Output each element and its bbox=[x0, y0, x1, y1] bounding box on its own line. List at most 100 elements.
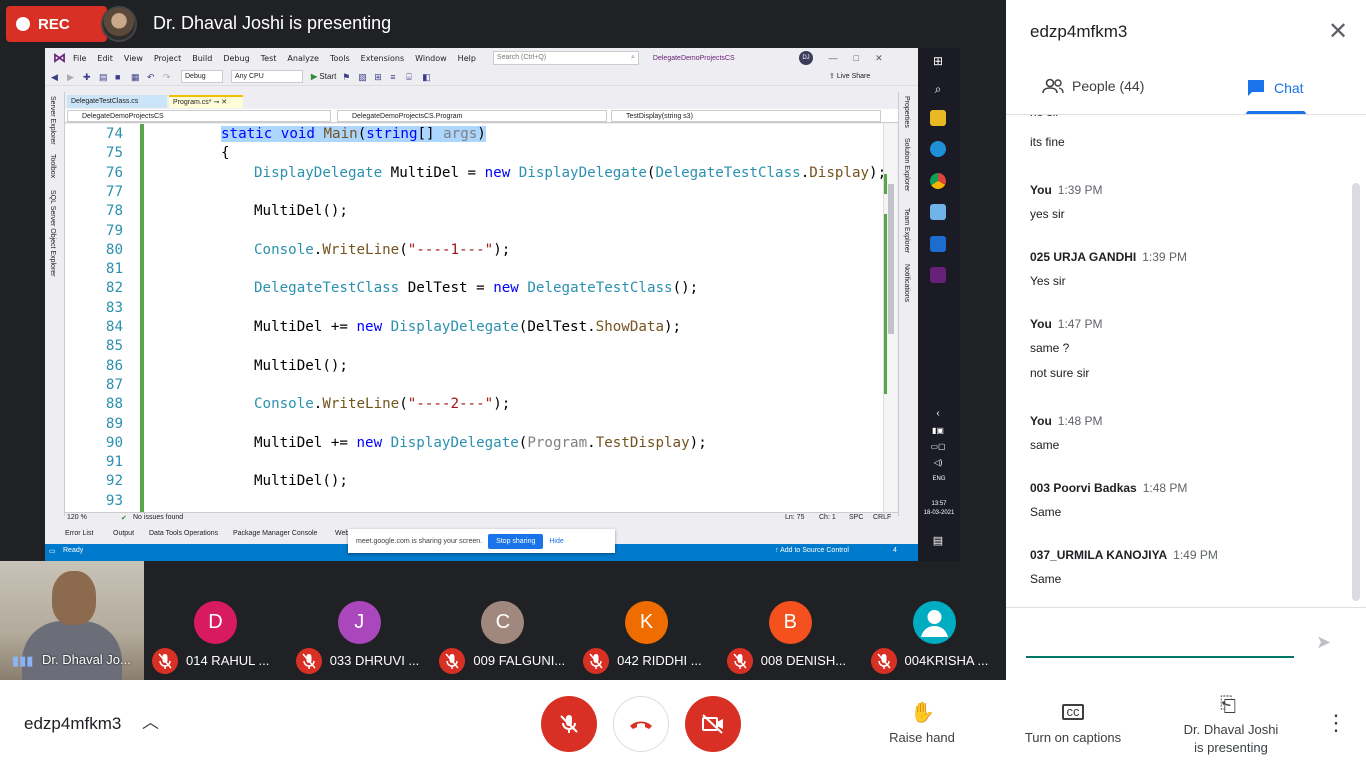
vs-menu-item[interactable]: Help bbox=[458, 54, 476, 63]
participant-tile[interactable]: C 009 FALGUNI... bbox=[431, 561, 575, 680]
notifications-tab[interactable]: Notifications bbox=[903, 264, 910, 302]
toolbar-tool-icon[interactable]: ▧ bbox=[358, 72, 368, 82]
maximize-icon[interactable]: □ bbox=[854, 53, 859, 63]
issues-status[interactable]: No issues found bbox=[133, 514, 183, 521]
close-panel-icon[interactable]: ✕ bbox=[1324, 18, 1352, 46]
presenting-button[interactable]: Dr. Dhaval Joshi is presenting bbox=[1170, 721, 1292, 757]
add-source-control[interactable]: ↑ Add to Source Control bbox=[775, 547, 849, 554]
minimize-icon[interactable]: — bbox=[829, 53, 838, 63]
vs-menu-item[interactable]: Extensions bbox=[361, 54, 404, 63]
vs-menu-item[interactable]: Project bbox=[154, 54, 181, 63]
windows-start-icon[interactable]: ⊞ bbox=[930, 54, 946, 70]
new-project-icon[interactable]: ✚ bbox=[83, 72, 93, 82]
bottom-tab[interactable]: Data Tools Operations bbox=[149, 530, 218, 537]
tray-chevron-icon[interactable]: ‹ bbox=[930, 408, 946, 424]
action-center-icon[interactable]: ▤ bbox=[930, 534, 946, 550]
app-icon[interactable] bbox=[930, 204, 946, 220]
vs-menu-item[interactable]: Tools bbox=[330, 54, 350, 63]
vs-menu-item[interactable]: Analyze bbox=[287, 54, 319, 63]
save-all-icon[interactable]: ▦ bbox=[131, 72, 141, 82]
vs-menu-item[interactable]: Edit bbox=[97, 54, 113, 63]
camera-toggle-button[interactable] bbox=[685, 696, 741, 752]
raise-hand-icon[interactable]: ✋ bbox=[910, 700, 935, 725]
file-explorer-icon[interactable] bbox=[930, 110, 946, 126]
vs-menu-item[interactable]: Build bbox=[192, 54, 212, 63]
pin-icon[interactable]: ⊸ bbox=[213, 99, 219, 106]
network-icon[interactable]: ▮▣ bbox=[930, 426, 946, 442]
class-dropdown[interactable]: DelegateDemoProjectsCS.Program bbox=[337, 110, 607, 122]
toolbar-tool-icon[interactable]: ≡ bbox=[390, 72, 400, 82]
captions-icon[interactable]: cc bbox=[1062, 704, 1084, 720]
captions-button[interactable]: Turn on captions bbox=[1016, 730, 1130, 745]
project-dropdown[interactable]: DelegateDemoProjectsCS bbox=[67, 110, 331, 122]
vs-menu-item[interactable]: File bbox=[73, 54, 86, 63]
search-icon[interactable]: ⌕ bbox=[930, 82, 946, 98]
code-editor[interactable]: 74 static void Main(string[] args) 75{76 Di… bbox=[65, 124, 885, 512]
close-tab-icon[interactable]: ✕ bbox=[221, 99, 227, 106]
bottom-tab[interactable]: Error List bbox=[65, 530, 93, 537]
toolbar-tool-icon[interactable]: ⌸ bbox=[406, 72, 416, 82]
solution-explorer-tab[interactable]: Solution Explorer bbox=[903, 138, 910, 191]
toolbox-tab[interactable]: Toolbox bbox=[49, 154, 56, 178]
undo-icon[interactable]: ↶ bbox=[147, 72, 157, 82]
chat-scrollbar[interactable] bbox=[1352, 183, 1360, 601]
tab-chat[interactable]: Chat bbox=[1246, 78, 1304, 98]
chevron-up-icon[interactable]: ︿ bbox=[142, 708, 159, 733]
participant-tile[interactable]: D 014 RAHUL ... bbox=[144, 561, 288, 680]
stop-sharing-button[interactable]: Stop sharing bbox=[488, 533, 544, 549]
participant-tile[interactable]: K 042 RIDDHI ... bbox=[575, 561, 719, 680]
config-select[interactable]: Debug bbox=[181, 70, 223, 83]
outlook-icon[interactable] bbox=[930, 236, 946, 252]
chrome-icon[interactable] bbox=[930, 173, 946, 189]
open-icon[interactable]: ▤ bbox=[99, 72, 109, 82]
edge-icon[interactable] bbox=[930, 141, 946, 157]
participant-tile[interactable]: B 008 DENISH... bbox=[719, 561, 863, 680]
vs-menu-item[interactable]: Test bbox=[261, 54, 277, 63]
visual-studio-icon[interactable] bbox=[930, 267, 946, 283]
back-icon[interactable]: ◀ bbox=[51, 72, 61, 82]
vs-menu-item[interactable]: Window bbox=[415, 54, 447, 63]
microphone-toggle-button[interactable] bbox=[541, 696, 597, 752]
platform-select[interactable]: Any CPU bbox=[231, 70, 303, 83]
toolbar-tool-icon[interactable]: ⊞ bbox=[374, 72, 384, 82]
vs-search-box[interactable]: Search (Ctrl+Q) ⌕ bbox=[492, 51, 639, 65]
more-options-icon[interactable]: ⋮ bbox=[1324, 710, 1348, 740]
tab-delegate-test-class[interactable]: DelegateTestClass.cs bbox=[67, 95, 167, 108]
start-button[interactable]: ▶ Start bbox=[311, 72, 336, 81]
bottom-tab[interactable]: Package Manager Console bbox=[233, 530, 317, 537]
server-explorer-tab[interactable]: Server Explorer bbox=[49, 96, 56, 145]
taskbar-clock[interactable]: 13:57 18-03-2021 bbox=[918, 500, 960, 518]
member-dropdown[interactable]: TestDisplay(string s3) bbox=[611, 110, 881, 122]
properties-tab[interactable]: Properties bbox=[903, 96, 910, 128]
scrollbar-thumb[interactable] bbox=[888, 184, 894, 334]
hide-sharing-bar-button[interactable]: Hide bbox=[549, 538, 563, 545]
toolbar-tool-icon[interactable]: ◧ bbox=[422, 72, 432, 82]
live-share-button[interactable]: ⇪ Live Share bbox=[829, 72, 870, 80]
vs-menu-item[interactable]: Debug bbox=[223, 54, 249, 63]
send-icon[interactable]: ➤ bbox=[1316, 632, 1340, 656]
tab-program-cs[interactable]: Program.cs* ⊸ ✕ bbox=[169, 95, 243, 108]
volume-icon[interactable]: ◁) bbox=[930, 458, 946, 474]
redo-icon[interactable]: ↷ bbox=[163, 72, 173, 82]
leave-call-button[interactable] bbox=[613, 696, 669, 752]
sql-explorer-tab[interactable]: SQL Server Object Explorer bbox=[49, 190, 56, 277]
battery-icon[interactable]: ▭▢ bbox=[930, 442, 946, 458]
chat-message-input[interactable] bbox=[1026, 622, 1294, 658]
participant-tile[interactable]: J 033 DHRUVI ... bbox=[288, 561, 432, 680]
save-icon[interactable]: ■ bbox=[115, 72, 125, 82]
meeting-details-button[interactable]: edzp4mfkm3 bbox=[24, 714, 121, 734]
bottom-tab[interactable]: Output bbox=[113, 530, 134, 537]
editor-vertical-scrollbar[interactable] bbox=[883, 124, 897, 512]
language-indicator[interactable]: ENG bbox=[930, 476, 948, 492]
team-explorer-tab[interactable]: Team Explorer bbox=[903, 208, 910, 253]
toolbar-tool-icon[interactable]: ⚑ bbox=[342, 72, 352, 82]
vs-user-avatar[interactable]: DJ bbox=[799, 51, 813, 65]
vs-menu-item[interactable]: View bbox=[124, 54, 143, 63]
participant-tile[interactable]: 004KRISHA ... bbox=[863, 561, 1007, 680]
zoom-level[interactable]: 120 % bbox=[67, 514, 87, 521]
tab-people[interactable]: People (44) bbox=[1042, 78, 1144, 94]
close-window-icon[interactable]: ✕ bbox=[875, 53, 883, 64]
forward-icon[interactable]: ▶ bbox=[67, 72, 77, 82]
raise-hand-button[interactable]: Raise hand bbox=[880, 730, 964, 745]
present-screen-icon[interactable]: ⎗ bbox=[1220, 694, 1236, 717]
